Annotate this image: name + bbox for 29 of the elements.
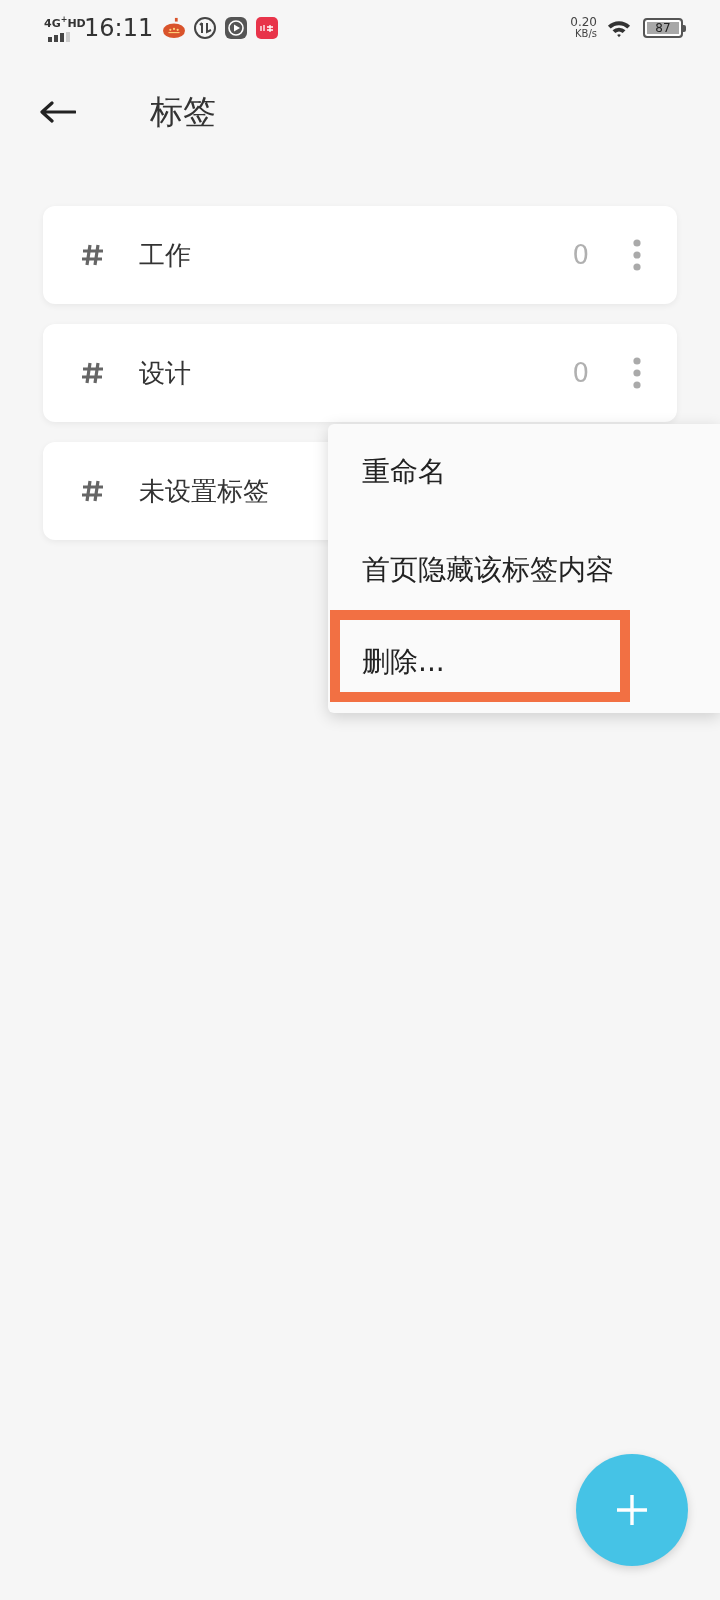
plus-icon[interactable]: [617, 1495, 647, 1525]
menu-item[interactable]: 删除...: [330, 610, 630, 702]
tag-name: 设计: [139, 356, 191, 390]
more-vertical-icon[interactable]: [633, 239, 641, 271]
tag-card[interactable]: 设计 0: [43, 324, 677, 422]
network-speed: 0.20: [570, 17, 597, 28]
circled-digit-icon: [194, 17, 217, 39]
tag-count: 0: [572, 240, 589, 270]
page-title: 标签: [150, 90, 216, 133]
pumpkin-icon: [163, 17, 186, 39]
menu-item[interactable]: 重命名: [328, 424, 446, 520]
tag-card[interactable]: 工作 0: [43, 206, 677, 304]
clock-time: 16:11: [84, 14, 154, 42]
hash-icon: [81, 361, 105, 385]
tag-name: 工作: [139, 238, 191, 272]
app-logo-icon: [256, 17, 279, 39]
wifi-icon: [607, 18, 631, 38]
play-icon: [225, 17, 248, 39]
battery-percent: 87: [643, 18, 683, 38]
more-vertical-icon[interactable]: [633, 357, 641, 389]
tag-name: 未设置标签: [139, 474, 269, 508]
signal-icon: [48, 31, 70, 42]
network-type: 4G$^{+}$HD: [44, 14, 86, 30]
add-button[interactable]: [576, 1454, 688, 1566]
speed-unit: KB/s: [575, 28, 597, 39]
hash-icon: [81, 243, 105, 267]
tag-count: 0: [572, 358, 589, 388]
hash-icon: [81, 479, 105, 503]
menu-item[interactable]: 首页隐藏该标签内容: [328, 520, 614, 610]
